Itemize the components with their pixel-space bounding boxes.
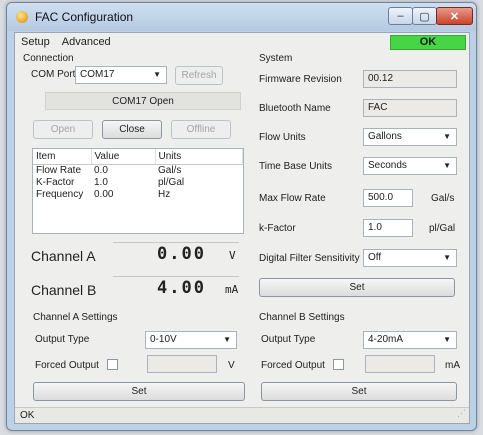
channel-b-output-type-select[interactable]: 4-20mA ▼ [363, 331, 457, 349]
channel-a-forced-output-unit: V [228, 360, 235, 371]
minimize-button[interactable]: – [388, 7, 413, 25]
column-header-item: Item [33, 149, 92, 165]
status-bar-text: OK [20, 410, 35, 421]
app-logo-icon [16, 11, 28, 23]
chevron-down-icon: ▼ [443, 253, 451, 262]
channel-b-value: 4.00 [157, 278, 206, 298]
time-base-units-select[interactable]: Seconds ▼ [363, 157, 457, 175]
resize-grip-icon[interactable]: ⋰ [457, 406, 466, 421]
k-factor-unit: pl/Gal [429, 223, 456, 234]
chevron-down-icon: ▼ [443, 161, 451, 170]
channel-a-output-type-value: 0-10V [150, 334, 177, 345]
system-group-label: System [259, 53, 293, 64]
channel-a-output-type-select[interactable]: 0-10V ▼ [145, 331, 237, 349]
app-window: FAC Configuration – ▢ ✕ Setup Advanced O… [6, 2, 477, 431]
channel-b-forced-output-input[interactable] [365, 355, 435, 373]
channel-b-forced-output-label: Forced Output [261, 360, 325, 371]
channel-b-set-button[interactable]: Set [261, 382, 457, 401]
close-port-button[interactable]: Close [102, 120, 162, 139]
status-bar: OK ⋰ [15, 407, 469, 423]
channel-a-output-type-label: Output Type [35, 334, 90, 345]
chevron-down-icon: ▼ [443, 335, 451, 344]
com-port-label: COM Port: [31, 69, 79, 80]
values-table: Item Value Units Flow Rate 0.0 Gal/s K-F… [32, 148, 244, 234]
time-base-units-label: Time Base Units [259, 161, 332, 172]
table-row[interactable]: Frequency 0.00 Hz [33, 189, 243, 201]
flow-units-label: Flow Units [259, 132, 306, 143]
max-flow-rate-input[interactable]: 500.0 [363, 189, 413, 207]
table-cell: 1.0 [94, 177, 108, 188]
table-cell: Gal/s [158, 165, 182, 177]
channel-a-divider [113, 242, 239, 243]
connection-group-label: Connection [23, 53, 74, 64]
open-button[interactable]: Open [33, 120, 93, 139]
menu-setup[interactable]: Setup [15, 36, 56, 48]
bluetooth-name-label: Bluetooth Name [259, 103, 331, 114]
table-row[interactable]: Flow Rate 0.0 Gal/s [33, 165, 243, 177]
max-flow-rate-label: Max Flow Rate [259, 193, 326, 204]
channel-a-value: 0.00 [157, 244, 206, 264]
channel-a-set-button[interactable]: Set [33, 382, 245, 401]
window-title: FAC Configuration [35, 10, 134, 24]
table-cell: Hz [158, 189, 171, 200]
maximize-button[interactable]: ▢ [412, 7, 437, 25]
chevron-down-icon: ▼ [223, 335, 231, 344]
chevron-down-icon: ▼ [443, 132, 451, 141]
channel-a-label: Channel A [31, 248, 96, 264]
column-header-value: Value [91, 149, 156, 165]
digital-filter-select[interactable]: Off ▼ [363, 249, 457, 267]
k-factor-label: k-Factor [259, 223, 296, 234]
connection-status: COM17 Open [45, 92, 241, 110]
table-cell: K-Factor [36, 177, 75, 188]
table-cell: 0.0 [94, 165, 108, 177]
channel-b-output-type-value: 4-20mA [368, 334, 404, 345]
refresh-button[interactable]: Refresh [175, 66, 223, 85]
menu-advanced[interactable]: Advanced [56, 36, 117, 48]
k-factor-input[interactable]: 1.0 [363, 219, 413, 237]
channel-a-unit: V [229, 249, 236, 262]
client-area: Setup Advanced OK Connection COM Port: C… [14, 32, 470, 424]
table-cell: Flow Rate [36, 165, 82, 177]
com-port-value: COM17 [80, 69, 115, 80]
digital-filter-label: Digital Filter Sensitivity [259, 253, 360, 264]
close-window-button[interactable]: ✕ [436, 7, 473, 25]
flow-units-select[interactable]: Gallons ▼ [363, 128, 457, 146]
channel-b-divider [113, 276, 239, 277]
channel-b-settings-label: Channel B Settings [259, 312, 345, 323]
system-set-button[interactable]: Set [259, 278, 455, 297]
offline-button[interactable]: Offline [171, 120, 231, 139]
channel-b-forced-output-checkbox[interactable] [333, 359, 344, 370]
channel-b-unit: mA [225, 283, 239, 296]
channel-a-settings-label: Channel A Settings [33, 312, 118, 323]
channel-b-output-type-label: Output Type [261, 334, 316, 345]
time-base-units-value: Seconds [368, 160, 407, 171]
table-cell: Frequency [36, 189, 84, 200]
channel-a-forced-output-checkbox[interactable] [107, 359, 118, 370]
firmware-revision-value: 00.12 [363, 70, 457, 88]
firmware-revision-label: Firmware Revision [259, 74, 342, 85]
flow-units-value: Gallons [368, 131, 402, 142]
channel-a-forced-output-input[interactable] [147, 355, 217, 373]
values-grid: Item Value Units Flow Rate 0.0 Gal/s K-F… [33, 149, 243, 201]
column-header-units: Units [155, 149, 243, 165]
table-cell: 0.00 [94, 189, 114, 200]
status-ok-indicator: OK [390, 35, 466, 50]
channel-a-forced-output-label: Forced Output [35, 360, 99, 371]
channel-b-forced-output-unit: mA [445, 360, 460, 371]
table-cell: pl/Gal [158, 177, 185, 188]
table-row[interactable]: K-Factor 1.0 pl/Gal [33, 177, 243, 189]
digital-filter-value: Off [368, 252, 382, 263]
bluetooth-name-value: FAC [363, 99, 457, 117]
channel-b-label: Channel B [31, 282, 97, 298]
com-port-select[interactable]: COM17 ▼ [75, 66, 167, 84]
chevron-down-icon: ▼ [153, 70, 161, 79]
title-bar[interactable]: FAC Configuration – ▢ ✕ [7, 3, 476, 31]
max-flow-rate-unit: Gal/s [431, 193, 455, 204]
